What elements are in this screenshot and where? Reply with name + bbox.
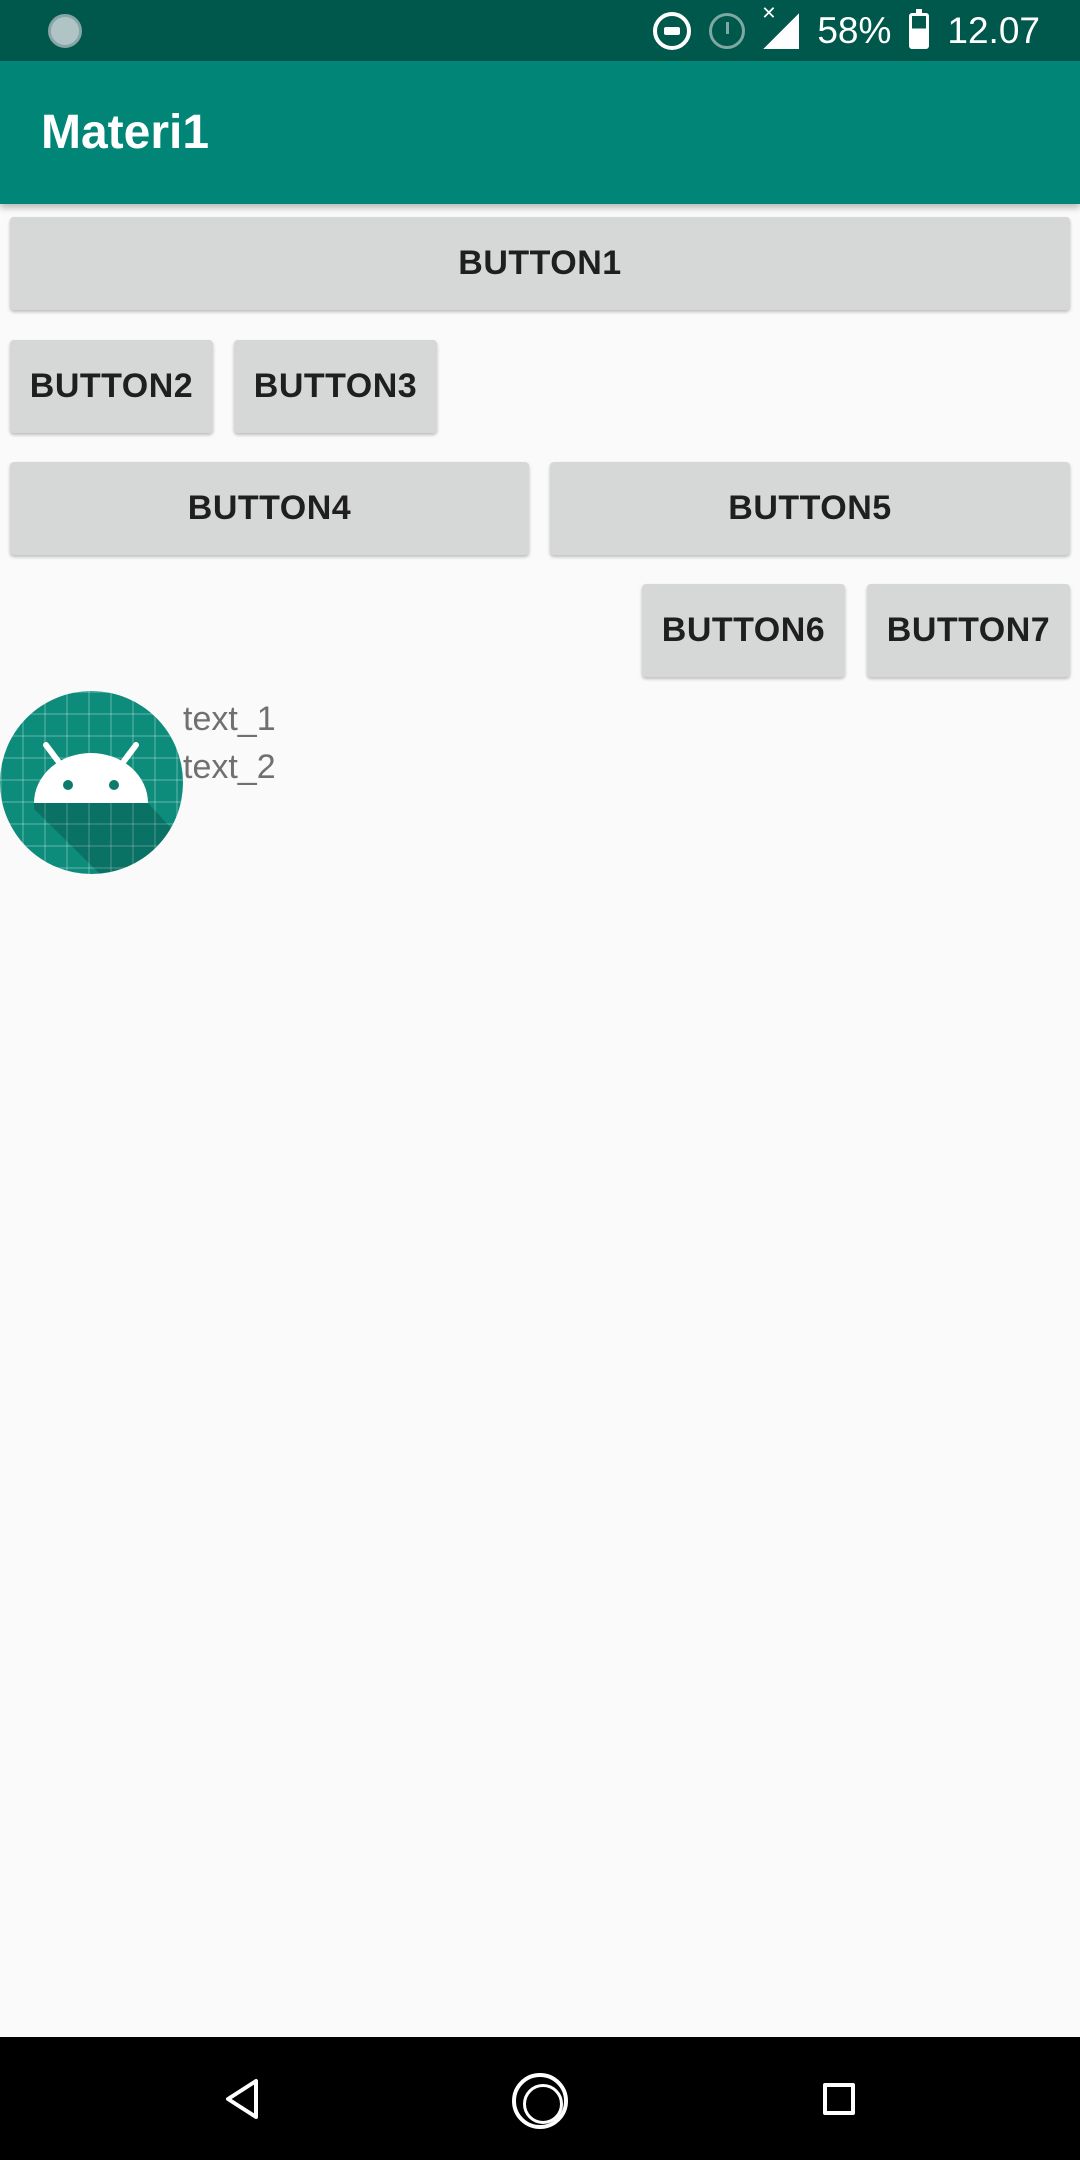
button4[interactable]: BUTTON4 [10, 462, 529, 555]
text-2: text_2 [183, 748, 276, 786]
battery-charging-icon [909, 8, 930, 49]
button2[interactable]: BUTTON2 [10, 340, 213, 433]
app-title: Materi1 [41, 106, 210, 159]
button3[interactable]: BUTTON3 [234, 340, 437, 433]
status-bar: 58% 12.07 [0, 0, 1080, 61]
app-bar: Materi1 [0, 61, 1080, 204]
home-icon[interactable] [512, 2073, 568, 2129]
status-indicators: 58% 12.07 [653, 0, 1040, 61]
button5[interactable]: BUTTON5 [550, 462, 1070, 555]
notification-icon [48, 14, 82, 48]
button7[interactable]: BUTTON7 [867, 584, 1070, 677]
battery-percentage: 58% [817, 9, 892, 51]
back-icon[interactable] [222, 2077, 262, 2121]
navigation-bar [0, 2037, 1080, 2160]
recent-apps-icon[interactable] [823, 2083, 855, 2115]
button1[interactable]: BUTTON1 [10, 217, 1070, 310]
signal-off-icon [761, 3, 800, 49]
android-icon-svg [34, 742, 183, 874]
button6[interactable]: BUTTON6 [642, 584, 845, 677]
do-not-disturb-icon [653, 11, 692, 50]
android-icon [0, 691, 183, 874]
status-time: 12.07 [947, 9, 1040, 51]
alarm-icon [709, 12, 746, 49]
text-1: text_1 [183, 700, 276, 738]
